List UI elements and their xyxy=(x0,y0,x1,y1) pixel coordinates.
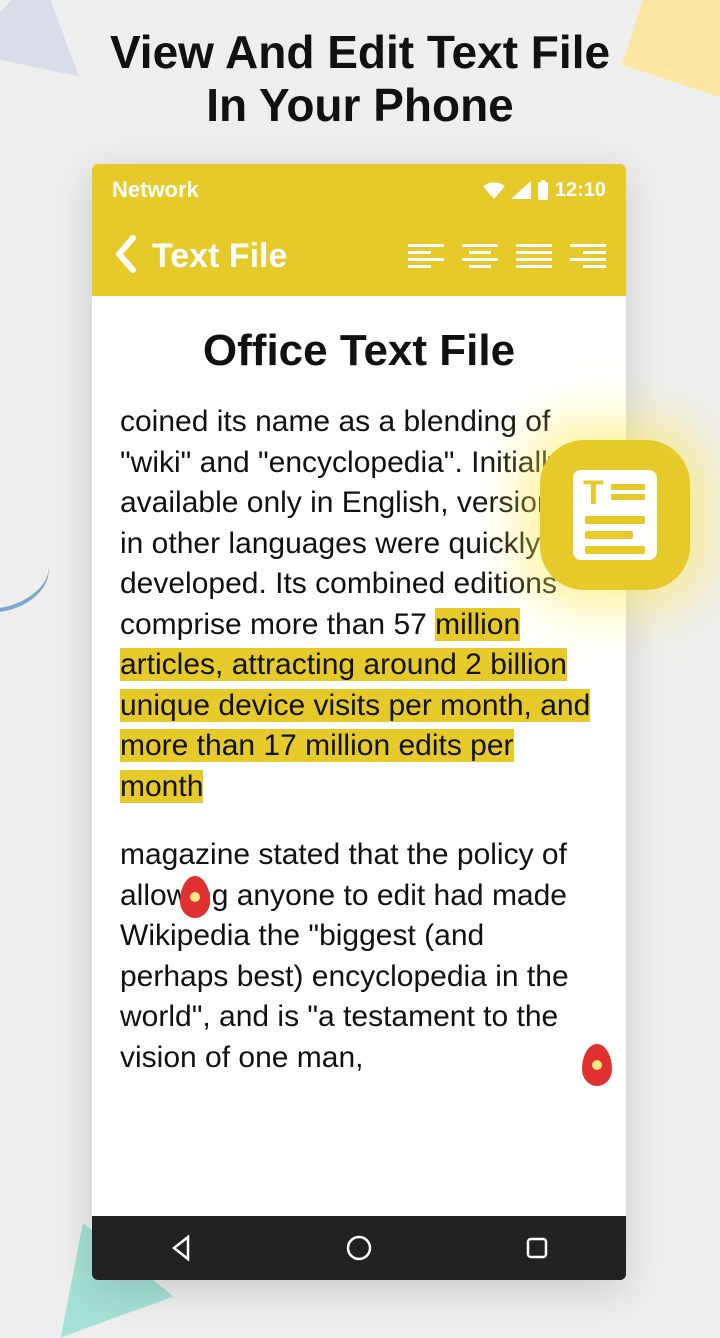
promo-headline-line2: In Your Phone xyxy=(206,79,514,131)
selection-end-handle[interactable] xyxy=(582,1044,612,1086)
decor-circle-1 xyxy=(0,536,58,623)
document-content[interactable]: Office Text File coined its name as a bl… xyxy=(92,296,626,1078)
nav-home-icon[interactable] xyxy=(344,1233,374,1263)
align-justify-button[interactable] xyxy=(516,238,552,274)
appbar-title: Text File xyxy=(152,237,287,276)
wifi-icon xyxy=(483,181,505,199)
promo-headline-line1: View And Edit Text File xyxy=(110,26,610,78)
align-right-button[interactable] xyxy=(570,238,606,274)
align-center-button[interactable] xyxy=(462,238,498,274)
nav-back-icon[interactable] xyxy=(166,1233,196,1263)
app-bar: Text File xyxy=(92,216,626,296)
para1-text: coined its name as a blending of "wiki" … xyxy=(120,405,569,641)
selection-start-handle[interactable] xyxy=(180,876,210,918)
text-file-app-icon xyxy=(540,440,690,590)
status-network-label: Network xyxy=(112,177,199,203)
nav-recent-icon[interactable] xyxy=(522,1233,552,1263)
battery-icon xyxy=(537,180,549,200)
paragraph-2[interactable]: magazine stated that the policy of allow… xyxy=(120,835,598,1078)
back-button[interactable] xyxy=(112,234,138,279)
document-title: Office Text File xyxy=(120,326,598,376)
promo-headline: View And Edit Text File In Your Phone xyxy=(0,0,720,132)
signal-icon xyxy=(511,181,531,199)
align-left-button[interactable] xyxy=(408,238,444,274)
phone-frame: Network 12:10 Text File Office Text File… xyxy=(92,164,626,1280)
status-right: 12:10 xyxy=(483,179,606,202)
nav-bar xyxy=(92,1216,626,1280)
status-time: 12:10 xyxy=(555,179,606,202)
status-bar: Network 12:10 xyxy=(92,164,626,216)
paragraph-1[interactable]: coined its name as a blending of "wiki" … xyxy=(120,402,598,807)
